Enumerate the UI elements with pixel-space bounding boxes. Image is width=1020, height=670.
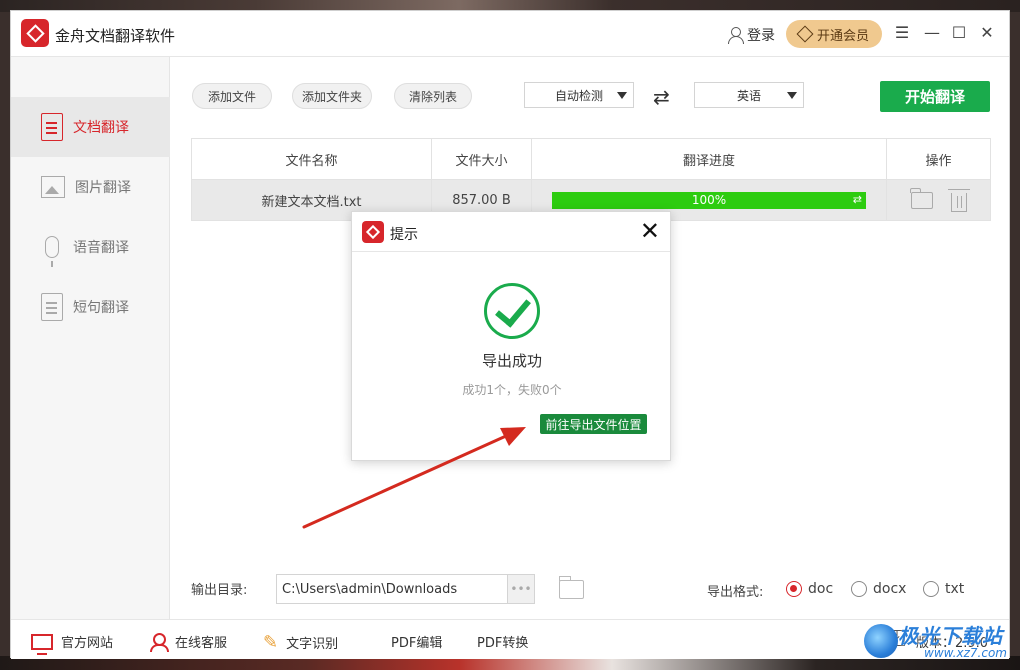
browse-folder-icon[interactable] [558, 576, 584, 599]
sidebar-item-doc-translate[interactable]: 文档翻译 [11, 97, 170, 157]
sidebar-item-label: 图片翻译 [75, 180, 131, 196]
app-title: 金舟文档翻译软件 [55, 27, 176, 45]
target-language-value: 英语 [736, 88, 761, 103]
format-label: doc [808, 581, 834, 597]
document-icon [41, 113, 63, 141]
service-icon [149, 632, 169, 652]
add-folder-button[interactable]: 添加文件夹 [292, 83, 372, 109]
table-header: 文件名称 文件大小 翻译进度 操作 [192, 139, 990, 180]
watermark-url: www.xz7.com [924, 646, 1007, 660]
app-window: 金舟文档翻译软件 登录 开通会员 ☰ — ☐ ✕ 文档翻译 图片翻译 语音翻译 [10, 10, 1010, 659]
menu-button[interactable]: ☰ [892, 23, 912, 43]
service-label: 在线客服 [175, 636, 228, 651]
column-header-name: 文件名称 [192, 139, 432, 179]
source-language-value: 自动检测 [554, 88, 603, 103]
website-label: 官方网站 [61, 636, 114, 651]
dialog-header: 提示 ✕ [352, 212, 670, 252]
sidebar-item-label: 文档翻译 [73, 120, 129, 136]
column-header-progress: 翻译进度 [532, 139, 887, 179]
app-logo-icon [21, 19, 49, 47]
maximize-button[interactable]: ☐ [949, 23, 969, 43]
export-format-label: 导出格式: [707, 585, 764, 600]
ocr-label: 文字识别 [286, 637, 339, 652]
sidebar-item-image-translate[interactable]: 图片翻译 [11, 157, 170, 217]
image-icon [41, 176, 65, 198]
format-label: docx [873, 581, 907, 597]
column-header-size: 文件大小 [432, 139, 532, 179]
dialog-summary: 成功1个，失败0个 [462, 383, 562, 397]
format-radio-doc[interactable]: doc [786, 581, 833, 597]
success-check-icon [484, 283, 540, 339]
delete-icon[interactable] [947, 188, 970, 212]
minimize-button[interactable]: — [922, 23, 942, 43]
vip-label: 开通会员 [816, 28, 869, 44]
user-icon [727, 27, 744, 44]
output-dir-label: 输出目录: [191, 583, 248, 598]
close-button[interactable]: ✕ [977, 23, 997, 43]
sidebar-item-sentence-translate[interactable]: 短句翻译 [11, 277, 170, 337]
file-table: 文件名称 文件大小 翻译进度 操作 新建文本文档.txt 857.00 B 10… [191, 138, 991, 221]
dialog-close-icon[interactable]: ✕ [640, 218, 660, 244]
chevron-down-icon [787, 92, 797, 99]
open-folder-icon[interactable] [910, 187, 933, 209]
microphone-icon [45, 236, 59, 267]
brush-icon: ✎ [263, 632, 279, 653]
chevron-down-icon [617, 92, 627, 99]
official-website-link[interactable]: 官方网站 [31, 632, 114, 655]
clear-list-button[interactable]: 清除列表 [394, 83, 472, 109]
add-file-button[interactable]: 添加文件 [192, 83, 272, 109]
ocr-link[interactable]: ✎ 文字识别 [263, 632, 338, 653]
sidebar-item-voice-translate[interactable]: 语音翻译 [11, 217, 170, 277]
start-translate-button[interactable]: 开始翻译 [880, 81, 990, 112]
dialog-title: 提示 [390, 227, 418, 243]
sidebar-item-label: 语音翻译 [73, 240, 129, 256]
column-header-actions: 操作 [925, 153, 952, 169]
app-logo-icon [362, 221, 384, 243]
dialog-message: 导出成功 [481, 352, 542, 370]
pdf-edit-link[interactable]: PDF编辑 [391, 632, 442, 651]
radio-selected-icon [786, 581, 802, 597]
vip-button[interactable]: 开通会员 [786, 20, 882, 48]
export-success-dialog: 提示 ✕ 导出成功 成功1个，失败0个 前往导出文件位置 [351, 211, 671, 461]
sidebar-item-label: 短句翻译 [73, 300, 129, 316]
target-language-select[interactable]: 英语 [694, 82, 804, 108]
title-bar: 金舟文档翻译软件 登录 开通会员 ☰ — ☐ ✕ [11, 11, 1009, 57]
watermark-logo-icon [864, 624, 898, 658]
notes-icon [41, 293, 63, 321]
monitor-icon [31, 633, 53, 655]
format-radio-docx[interactable]: docx [851, 581, 906, 597]
output-dir-field[interactable]: C:\Users\admin\Downloads [276, 574, 508, 604]
actions-cell [887, 180, 990, 220]
source-language-select[interactable]: 自动检测 [524, 82, 634, 108]
open-export-location-button[interactable]: 前往导出文件位置 [540, 414, 647, 434]
login-button[interactable]: 登录 [727, 25, 775, 45]
pdf-convert-link[interactable]: PDF转换 [477, 632, 528, 651]
sidebar: 文档翻译 图片翻译 语音翻译 短句翻译 [11, 57, 170, 619]
login-label: 登录 [747, 28, 775, 44]
online-service-link[interactable]: 在线客服 [149, 632, 228, 652]
progress-bar: 100% ⇄ [552, 191, 866, 209]
swap-icon[interactable]: ⇄ [653, 85, 670, 109]
radio-icon [851, 581, 867, 597]
format-label: txt [945, 581, 965, 597]
radio-icon [923, 581, 939, 597]
browse-more-button[interactable]: ••• [507, 574, 535, 604]
watermark-text: 极光下载站 [898, 624, 1003, 648]
gem-icon [796, 25, 814, 43]
watermark: 极光下载站 www.xz7.com [858, 620, 1008, 664]
refresh-icon[interactable]: ⇄ [853, 193, 862, 206]
format-radio-txt[interactable]: txt [923, 581, 964, 597]
progress-label: 100% [691, 193, 727, 207]
